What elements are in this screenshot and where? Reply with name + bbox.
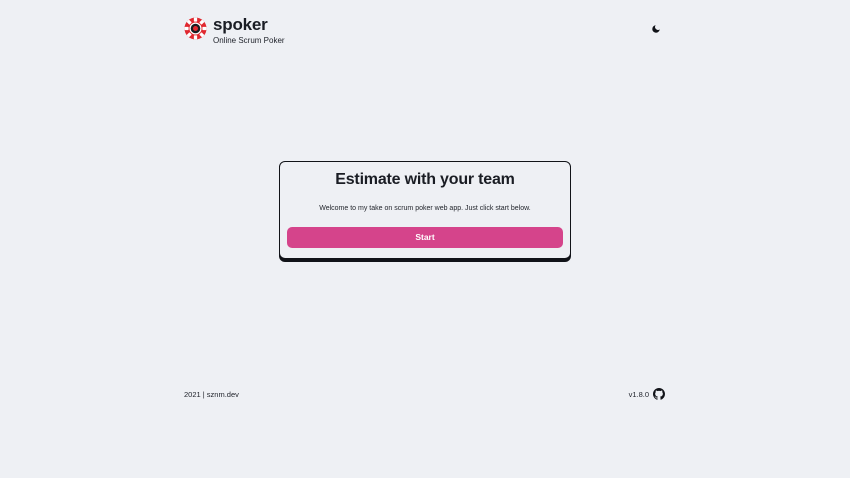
app-header: spoker Online Scrum Poker xyxy=(184,16,665,46)
start-button[interactable]: Start xyxy=(287,227,563,248)
brand-text: spoker Online Scrum Poker xyxy=(213,16,285,46)
welcome-card: Estimate with your team Welcome to my ta… xyxy=(279,161,571,259)
card-description: Welcome to my take on scrum poker web ap… xyxy=(319,205,531,212)
brand-tagline: Online Scrum Poker xyxy=(213,36,285,45)
brand[interactable]: spoker Online Scrum Poker xyxy=(184,16,285,46)
moon-icon[interactable] xyxy=(651,24,661,34)
github-icon[interactable] xyxy=(653,388,665,400)
poker-chip-icon xyxy=(184,17,207,40)
brand-name: spoker xyxy=(213,15,268,34)
footer-copyright: 2021 | sznm.dev xyxy=(184,390,239,399)
app-page: spoker Online Scrum Poker Estimate with … xyxy=(0,0,850,478)
version-label: v1.8.0 xyxy=(628,389,649,399)
copyright-text: 2021 | sznm.dev xyxy=(184,390,239,399)
card-title: Estimate with your team xyxy=(335,171,515,188)
footer-meta: v1.8.0 xyxy=(629,388,665,400)
